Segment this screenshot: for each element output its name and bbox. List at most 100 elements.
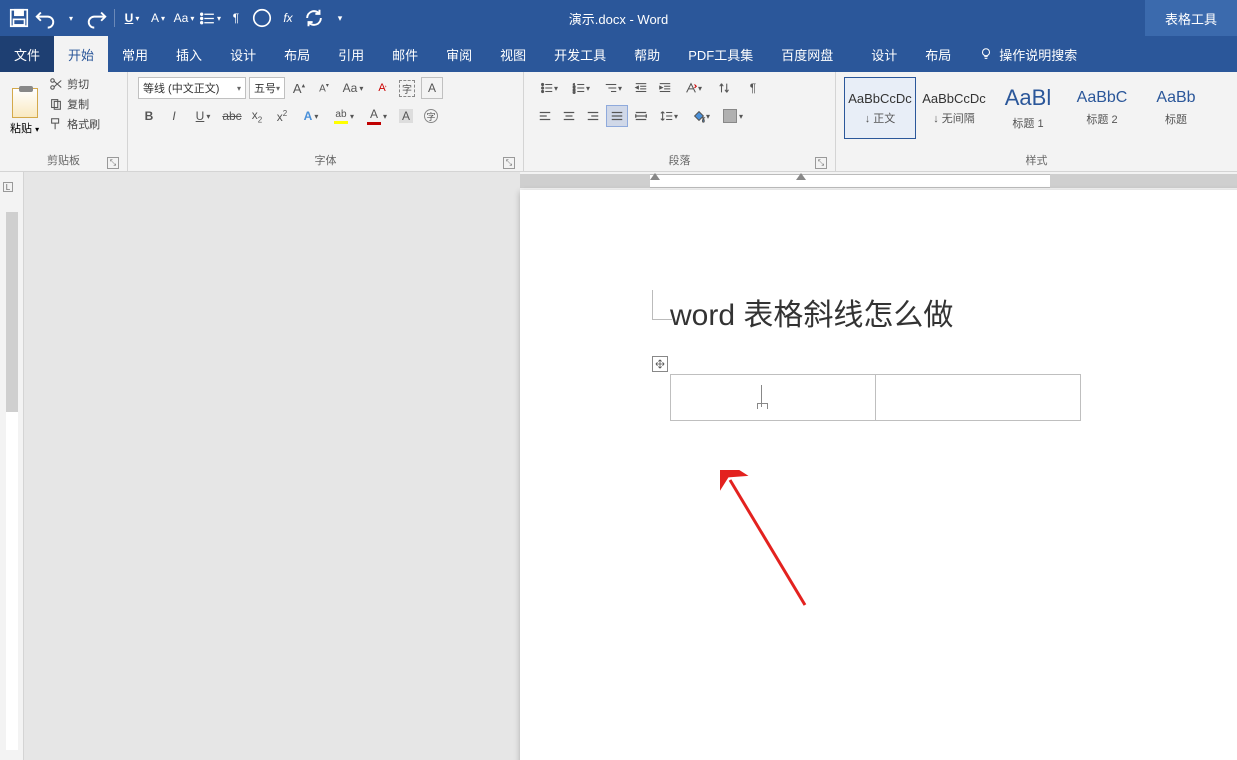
grow-font-button[interactable]: A▴: [288, 77, 310, 99]
numbering-button[interactable]: 123▾: [566, 77, 596, 99]
bullets-button[interactable]: ▾: [534, 77, 564, 99]
undo-button[interactable]: [34, 7, 56, 29]
font-qat-button[interactable]: A▾: [147, 7, 169, 29]
phonetic-button[interactable]: A͛: [371, 77, 393, 99]
strikethrough-button[interactable]: abc: [221, 105, 243, 127]
tab-pdf-tools[interactable]: PDF工具集: [674, 36, 767, 72]
formula-qat-button[interactable]: fx: [277, 7, 299, 29]
tab-mail[interactable]: 邮件: [378, 36, 432, 72]
cut-button[interactable]: 剪切: [47, 75, 102, 93]
list-qat-button[interactable]: ▾: [199, 7, 221, 29]
tell-me-search[interactable]: 操作说明搜索: [965, 36, 1091, 72]
document-heading[interactable]: word 表格斜线怎么做: [670, 290, 1237, 334]
style-heading2[interactable]: AaBbC 标题 2: [1066, 77, 1138, 139]
tab-layout[interactable]: 布局: [270, 36, 324, 72]
shrink-font-button[interactable]: A▾: [313, 77, 335, 99]
case-qat-button[interactable]: Aa▾: [173, 7, 195, 29]
style-title[interactable]: AaBb 标题: [1140, 77, 1212, 139]
paragraph-qat-button[interactable]: ¶: [225, 7, 247, 29]
asian-layout-button[interactable]: ▾: [678, 77, 708, 99]
tab-developer[interactable]: 开发工具: [540, 36, 620, 72]
shading-button[interactable]: ▾: [686, 105, 716, 127]
tab-design[interactable]: 设计: [216, 36, 270, 72]
list-icon: [199, 10, 216, 27]
bold-button[interactable]: B: [138, 105, 160, 127]
grow-font-icon: A▴: [293, 81, 305, 96]
qat-more-button[interactable]: ▾: [329, 7, 351, 29]
align-left-button[interactable]: [534, 105, 556, 127]
enclose-icon: 字: [424, 109, 438, 123]
document-area[interactable]: word 表格斜线怎么做: [24, 172, 1237, 760]
circle-qat-button[interactable]: [251, 7, 273, 29]
font-launcher[interactable]: ⤡: [503, 157, 515, 169]
document-table[interactable]: [670, 374, 1081, 421]
highlight-button[interactable]: ab▾: [329, 105, 359, 127]
table-cell[interactable]: [876, 375, 1081, 421]
tab-review[interactable]: 审阅: [432, 36, 486, 72]
vertical-ruler[interactable]: L: [0, 172, 24, 760]
redo-button[interactable]: [86, 7, 108, 29]
indent-marker-left[interactable]: [650, 173, 660, 187]
superscript-button[interactable]: x2: [271, 105, 293, 127]
align-center-button[interactable]: [558, 105, 580, 127]
format-painter-button[interactable]: 格式刷: [47, 115, 102, 133]
multilevel-button[interactable]: ▾: [598, 77, 628, 99]
copy-button[interactable]: 复制: [47, 95, 102, 113]
char-border-button[interactable]: 字: [396, 77, 418, 99]
horizontal-ruler[interactable]: [520, 172, 1237, 190]
subscript-button[interactable]: x2: [246, 105, 268, 127]
char-shading-button[interactable]: A: [395, 105, 417, 127]
align-right-button[interactable]: [582, 105, 604, 127]
tab-common[interactable]: 常用: [108, 36, 162, 72]
quick-access-toolbar: ▾ U▾ A▾ Aa▾ ▾ ¶ fx ▾: [0, 7, 359, 29]
style-normal[interactable]: AaBbCcDc ↓ 正文: [844, 77, 916, 139]
underline-button[interactable]: U▾: [188, 105, 218, 127]
refresh-qat-button[interactable]: [303, 7, 325, 29]
borders-button[interactable]: ▾: [718, 105, 748, 127]
show-marks-button[interactable]: ¶: [742, 77, 764, 99]
bold-icon: B: [145, 109, 154, 123]
tab-table-layout[interactable]: 布局: [911, 36, 965, 72]
sort-button[interactable]: [710, 77, 740, 99]
underline-qat-button[interactable]: U▾: [121, 7, 143, 29]
italic-button[interactable]: I: [163, 105, 185, 127]
clipboard-launcher[interactable]: ⤡: [107, 157, 119, 169]
tab-baidu[interactable]: 百度网盘: [767, 36, 847, 72]
qat-dropdown[interactable]: ▾: [60, 7, 82, 29]
lightbulb-icon: [979, 47, 993, 61]
window-title: 演示.docx - Word: [569, 9, 669, 28]
tab-reference[interactable]: 引用: [324, 36, 378, 72]
font-color-button[interactable]: A▾: [362, 105, 392, 127]
tab-home[interactable]: 开始: [54, 36, 108, 72]
tab-file[interactable]: 文件: [0, 36, 54, 72]
enclose-char-button[interactable]: 字: [420, 105, 442, 127]
paste-button[interactable]: 粘贴 ▾: [10, 120, 39, 136]
tab-insert[interactable]: 插入: [162, 36, 216, 72]
case-icon: Aa: [343, 81, 358, 95]
font-icon: A: [151, 11, 159, 25]
font-name-combo[interactable]: 等线 (中文正文)▾: [138, 77, 246, 99]
style-no-spacing[interactable]: AaBbCcDc ↓ 无间隔: [918, 77, 990, 139]
style-heading1[interactable]: AaBl 标题 1: [992, 77, 1064, 139]
tab-selector[interactable]: L: [3, 182, 13, 192]
font-size-combo[interactable]: 五号▾: [249, 77, 285, 99]
decrease-indent-button[interactable]: [630, 77, 652, 99]
increase-indent-button[interactable]: [654, 77, 676, 99]
change-case-button[interactable]: Aa▾: [338, 77, 368, 99]
line-spacing-button[interactable]: ▾: [654, 105, 684, 127]
document-page[interactable]: word 表格斜线怎么做: [520, 190, 1237, 760]
clear-format-button[interactable]: A: [421, 77, 443, 99]
save-button[interactable]: [8, 7, 30, 29]
table-row[interactable]: [671, 375, 1081, 421]
tab-view[interactable]: 视图: [486, 36, 540, 72]
align-justify-button[interactable]: [606, 105, 628, 127]
margin-mark: [652, 290, 672, 320]
table-cell[interactable]: [671, 375, 876, 421]
paragraph-launcher[interactable]: ⤡: [815, 157, 827, 169]
distribute-button[interactable]: [630, 105, 652, 127]
tab-help[interactable]: 帮助: [620, 36, 674, 72]
text-effects-button[interactable]: A▾: [296, 105, 326, 127]
table-move-handle[interactable]: [652, 356, 668, 372]
indent-marker-right[interactable]: [796, 173, 806, 187]
tab-table-design[interactable]: 设计: [857, 36, 911, 72]
